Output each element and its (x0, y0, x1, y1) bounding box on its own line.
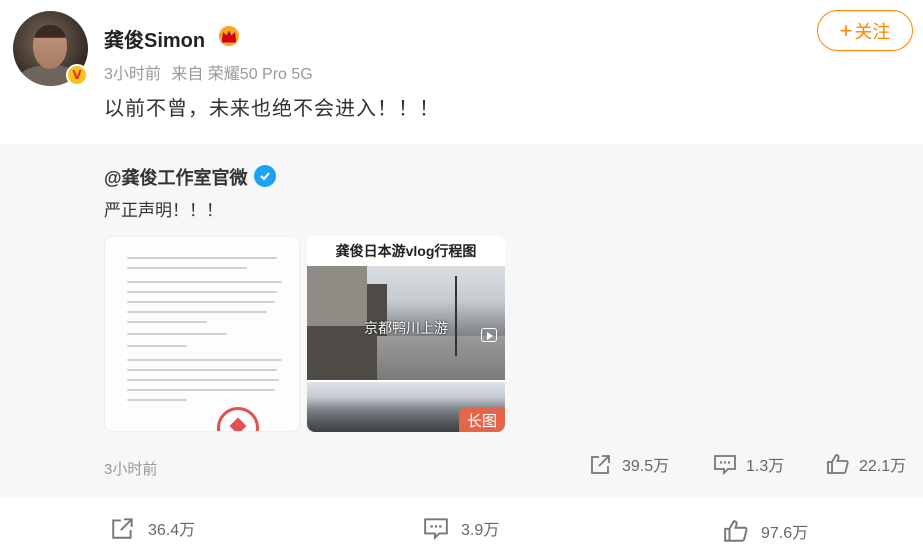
post-source: 来自 荣耀50 Pro 5G (171, 66, 313, 83)
blue-verified-icon (254, 165, 276, 187)
repost-time[interactable]: 3小时前 (104, 458, 157, 479)
post-content: 以前不曾，未来也绝不会进入！！！ (104, 98, 440, 120)
verified-badge-letter: V (72, 68, 82, 82)
avatar-face (33, 25, 67, 69)
footer-comment-count: 3.9万 (461, 522, 500, 539)
building-upper (307, 266, 367, 326)
red-seal-stamp (217, 407, 259, 431)
long-image-tag: 长图 (459, 408, 505, 432)
share-icon (591, 455, 610, 474)
footer-repost-count: 36.4万 (148, 522, 196, 539)
comment-count: 1.3万 (746, 458, 785, 475)
repost-like-button[interactable]: 22.1万 (826, 452, 906, 476)
post-time[interactable]: 3小时前 (104, 66, 161, 83)
thumbs-up-icon (827, 454, 849, 474)
play-icon (481, 328, 497, 342)
image-caption: 京都鸭川上游 (364, 320, 448, 336)
comment-button[interactable]: 3.9万 (423, 516, 499, 540)
post-meta: 3小时前 来自 荣耀50 Pro 5G (104, 60, 319, 84)
thumbs-up-icon (724, 520, 748, 542)
like-button[interactable]: 97.6万 (723, 519, 808, 543)
repost-share-button[interactable]: 39.5万 (589, 452, 669, 476)
post-footer: 36.4万 3.9万 97.6万 (0, 498, 923, 547)
vlog-itinerary-image[interactable]: 龚俊日本游vlog行程图 京都鸭川上游 长图 (307, 236, 505, 432)
share-icon (112, 518, 133, 539)
plus-icon: + (839, 17, 853, 43)
comment-icon (714, 455, 736, 475)
document-statement-image[interactable] (104, 236, 300, 432)
comment-icon (424, 518, 448, 540)
like-count: 22.1万 (859, 458, 907, 475)
repost-comment-button[interactable]: 1.3万 (713, 452, 784, 476)
original-text: 严正声明！！！ (104, 201, 223, 220)
repost-count: 39.5万 (622, 458, 670, 475)
crown-icon (219, 26, 239, 46)
follow-label: 关注 (854, 21, 891, 42)
utility-pole (455, 276, 457, 356)
repost-button[interactable]: 36.4万 (110, 516, 195, 540)
follow-button[interactable]: + 关注 (817, 10, 913, 51)
original-author[interactable]: @龚俊工作室官微 (104, 164, 248, 190)
image-title: 龚俊日本游vlog行程图 (307, 236, 505, 266)
verified-v-badge-icon: V (66, 64, 88, 86)
reposted-weibo[interactable]: @龚俊工作室官微 严正声明！！！ 龚俊日本游vlog行程图 京都鸭川上游 长图 … (0, 144, 923, 498)
weibo-post: V 龚俊Simon 3小时前 来自 荣耀50 Pro 5G 以前不曾，未来也绝不… (0, 0, 923, 547)
username[interactable]: 龚俊Simon (104, 24, 205, 53)
footer-like-count: 97.6万 (761, 525, 809, 542)
road (377, 336, 505, 380)
